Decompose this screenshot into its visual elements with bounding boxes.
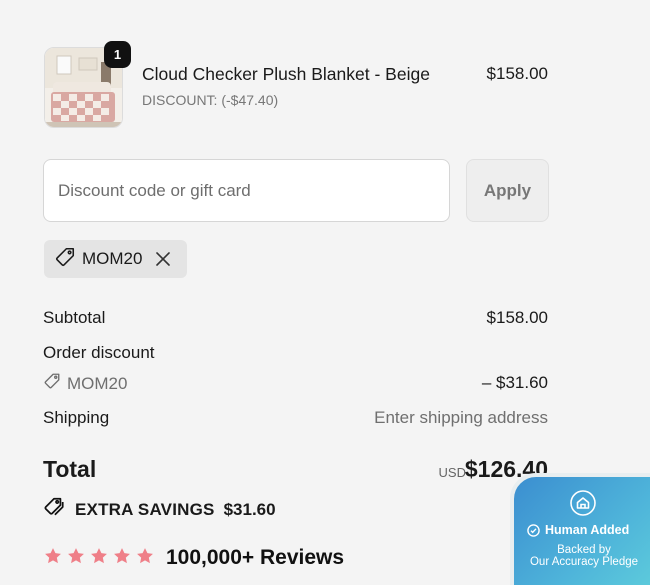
extra-savings-value: $31.60: [223, 499, 276, 519]
pledge-subtitle: Backed by Our Accuracy Pledge: [529, 544, 639, 568]
star-rating: [43, 546, 158, 566]
star-icon: [114, 548, 130, 564]
shipping-value: Enter shipping address: [374, 408, 548, 427]
applied-code-label: MOM20: [82, 249, 143, 268]
quantity-badge: 1: [104, 41, 131, 68]
tag-icon: [54, 246, 76, 273]
check-circle-icon: [527, 523, 540, 537]
order-discount-value: – $31.60: [481, 373, 548, 392]
order-discount-code: MOM20: [43, 372, 127, 395]
order-discount-label: Order discount: [43, 343, 155, 362]
shipping-label: Shipping: [43, 408, 110, 427]
total-label: Total: [43, 456, 97, 482]
subtotal-label: Subtotal: [43, 308, 106, 327]
double-tag-icon: [43, 496, 65, 523]
star-icon: [68, 548, 84, 564]
star-icon: [45, 548, 61, 564]
tag-icon: [43, 372, 61, 395]
home-icon: [569, 489, 597, 522]
extra-savings: EXTRA SAVINGS $31.60: [43, 496, 276, 523]
applied-discount-chip: MOM20: [44, 240, 187, 278]
discount-code-input[interactable]: [43, 159, 450, 222]
close-icon[interactable]: [155, 251, 171, 267]
product-name: Cloud Checker Plush Blanket - Beige: [142, 64, 430, 84]
order-discount-code-label: MOM20: [67, 373, 128, 393]
star-icon: [91, 548, 107, 564]
product-price: $158.00: [486, 64, 548, 83]
extra-savings-label: EXTRA SAVINGS: [75, 499, 215, 519]
pledge-title: Human Added: [527, 523, 629, 537]
star-icon: [137, 548, 153, 564]
subtotal-value: $158.00: [486, 308, 548, 327]
reviews-count[interactable]: 100,000+ Reviews: [166, 546, 344, 570]
product-discount: DISCOUNT: (-$47.40): [142, 92, 279, 108]
total-currency: USD: [438, 465, 466, 480]
apply-button[interactable]: Apply: [466, 159, 549, 222]
